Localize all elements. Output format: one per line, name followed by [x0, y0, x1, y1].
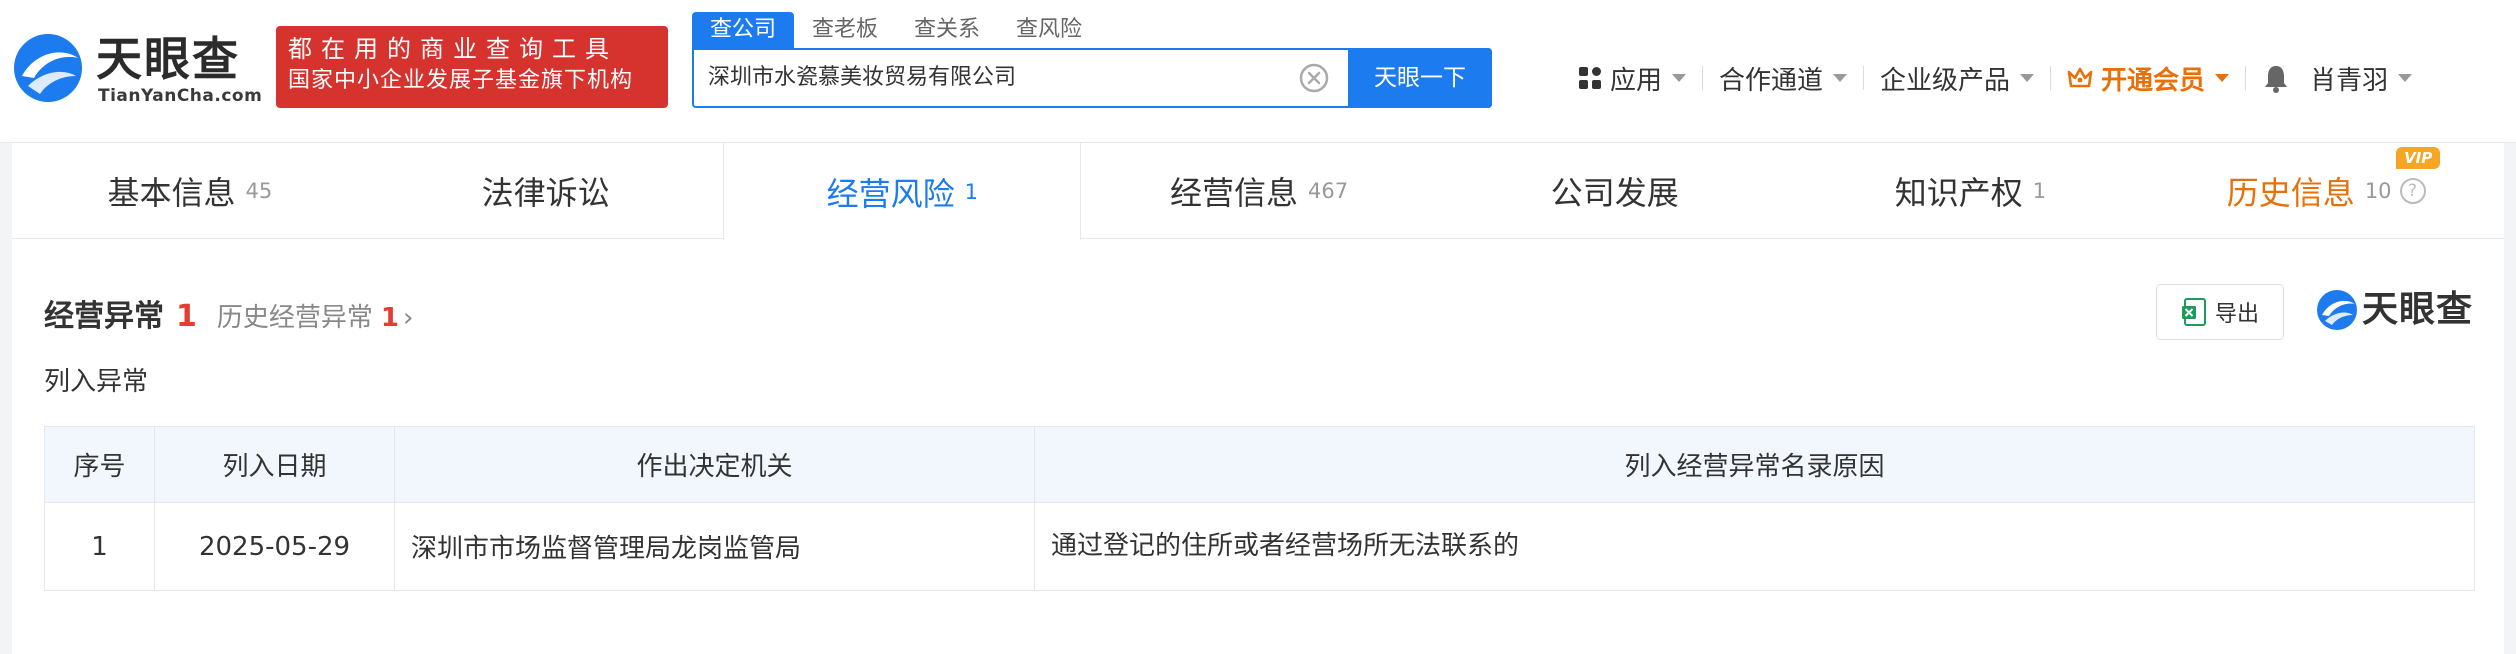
chevron-down-icon [1833, 74, 1848, 82]
column-header: 列入日期 [154, 426, 395, 503]
tab-label: 公司发展 [1550, 174, 1679, 212]
clear-icon[interactable] [1298, 62, 1330, 94]
nav-divider [2050, 66, 2052, 90]
top-header: 天眼查 TianYanCha.com 都在用的商业查询工具 国家中小企业发展子基… [0, 0, 2516, 143]
cell-index: 1 [44, 502, 155, 591]
tab-business-info[interactable]: 经营信息 467 [1081, 143, 1437, 239]
slogan-line-2: 国家中小企业发展子基金旗下机构 [288, 68, 634, 93]
cell-authority: 深圳市市场监督管理局龙岗监管局 [394, 502, 1035, 591]
nav-vip[interactable]: 开通会员 [2067, 60, 2230, 97]
export-button[interactable]: 导出 [2156, 284, 2284, 340]
search-tab-relation[interactable]: 查关系 [896, 12, 998, 48]
tianyancha-logo[interactable]: 天眼查 TianYanCha.com [12, 30, 262, 110]
tab-label: 经营信息 [1169, 174, 1298, 212]
cell-date: 2025-05-29 [154, 502, 395, 591]
column-header: 列入经营异常名录原因 [1034, 426, 2475, 503]
slogan-line-1: 都在用的商业查询工具 [288, 35, 618, 63]
content-card: 基本信息 45 法律诉讼 经营风险 1 经营信息 467 公司发展 知识产权 1… [12, 143, 2504, 654]
search-tab-risk[interactable]: 查风险 [998, 12, 1100, 48]
history-abnormal-count[interactable]: 1 [381, 303, 399, 333]
nav-divider [2245, 66, 2247, 90]
section-title: 经营异常 1 历史经营异常 1 › [44, 291, 413, 335]
tab-label: 历史信息 [2226, 174, 2355, 212]
section-count: 1 [176, 299, 197, 334]
nav-partner[interactable]: 合作通道 [1719, 60, 1848, 97]
apps-grid-icon [1579, 67, 1601, 89]
tab-count: 467 [1307, 179, 1349, 203]
logo-text: 天眼查 [96, 32, 240, 86]
logo-mark-icon [14, 34, 82, 102]
tab-count: 1 [2032, 179, 2047, 203]
tab-ip[interactable]: 知识产权 1 [1793, 143, 2149, 239]
crown-icon [2067, 67, 2093, 88]
tab-count: 45 [245, 179, 273, 203]
tab-count: 10 [2364, 179, 2392, 203]
search-button[interactable]: 天眼一下 [1348, 48, 1492, 108]
column-header: 序号 [44, 426, 155, 503]
nav-partner-label: 合作通道 [1719, 65, 1824, 96]
nav-user[interactable]: 肖青羽 [2310, 60, 2413, 97]
search-type-tabs: 查公司 查老板 查关系 查风险 [692, 12, 1100, 48]
tianyancha-watermark: 天眼查 [2316, 285, 2506, 337]
tab-history[interactable]: 历史信息 10 ? VIP [2148, 143, 2504, 239]
table-header-row: 序号 列入日期 作出决定机关 列入经营异常名录原因 [44, 426, 2475, 503]
logo-domain: TianYanCha.com [98, 86, 263, 106]
search-tab-boss[interactable]: 查老板 [794, 12, 896, 48]
nav-vip-label: 开通会员 [2101, 65, 2206, 96]
history-abnormal-link[interactable]: 历史经营异常 [217, 297, 373, 334]
nav-divider [1702, 66, 1704, 90]
nav-enterprise[interactable]: 企业级产品 [1880, 60, 2035, 97]
nav-apps-label: 应用 [1610, 65, 1663, 96]
slogan-banner: 都在用的商业查询工具 国家中小企业发展子基金旗下机构 [276, 26, 668, 108]
tab-label: 基本信息 [107, 174, 236, 212]
nav-enterprise-label: 企业级产品 [1880, 65, 2011, 96]
tab-development[interactable]: 公司发展 [1437, 143, 1793, 239]
vip-badge: VIP [2396, 147, 2441, 169]
tab-label: 知识产权 [1894, 174, 2023, 212]
chevron-right-icon[interactable]: › [403, 303, 413, 333]
abnormal-table: 序号 列入日期 作出决定机关 列入经营异常名录原因 1 2025-05-29 深… [44, 426, 2475, 591]
tab-label: 经营风险 [826, 174, 955, 213]
chevron-down-icon [1672, 74, 1687, 82]
chevron-down-icon [2020, 74, 2035, 82]
user-name: 肖青羽 [2310, 65, 2389, 96]
tab-business-risk[interactable]: 经营风险 1 [723, 143, 1082, 240]
sub-section-label: 列入异常 [44, 367, 149, 397]
search-box: 天眼一下 [692, 48, 1492, 108]
brand-text: 天眼查 [2362, 289, 2474, 330]
nav-divider [1863, 66, 1865, 90]
tab-label: 法律诉讼 [481, 174, 610, 212]
top-nav: 应用 合作通道 企业级产品 开通会员 肖青羽 [1578, 50, 2413, 106]
tab-basic-info[interactable]: 基本信息 45 [12, 143, 368, 239]
help-icon[interactable]: ? [2399, 178, 2426, 204]
tab-legal[interactable]: 法律诉讼 [368, 143, 724, 239]
company-tabs: 基本信息 45 法律诉讼 经营风险 1 经营信息 467 公司发展 知识产权 1… [12, 143, 2504, 240]
tab-count: 1 [964, 179, 978, 204]
chevron-down-icon [2215, 74, 2230, 82]
search-tab-company[interactable]: 查公司 [692, 12, 795, 48]
section-title-text: 经营异常 [44, 299, 164, 334]
bell-icon[interactable] [2262, 63, 2290, 93]
column-header: 作出决定机关 [394, 426, 1035, 503]
chevron-down-icon [2398, 74, 2413, 82]
search-input[interactable] [708, 50, 1308, 106]
table-row: 1 2025-05-29 深圳市市场监督管理局龙岗监管局 通过登记的住所或者经营… [44, 502, 2475, 591]
nav-apps[interactable]: 应用 [1578, 60, 1687, 97]
excel-icon [2181, 298, 2206, 326]
export-label: 导出 [2214, 302, 2259, 327]
logo-mark-icon [2317, 290, 2357, 330]
cell-reason: 通过登记的住所或者经营场所无法联系的 [1034, 502, 2475, 591]
